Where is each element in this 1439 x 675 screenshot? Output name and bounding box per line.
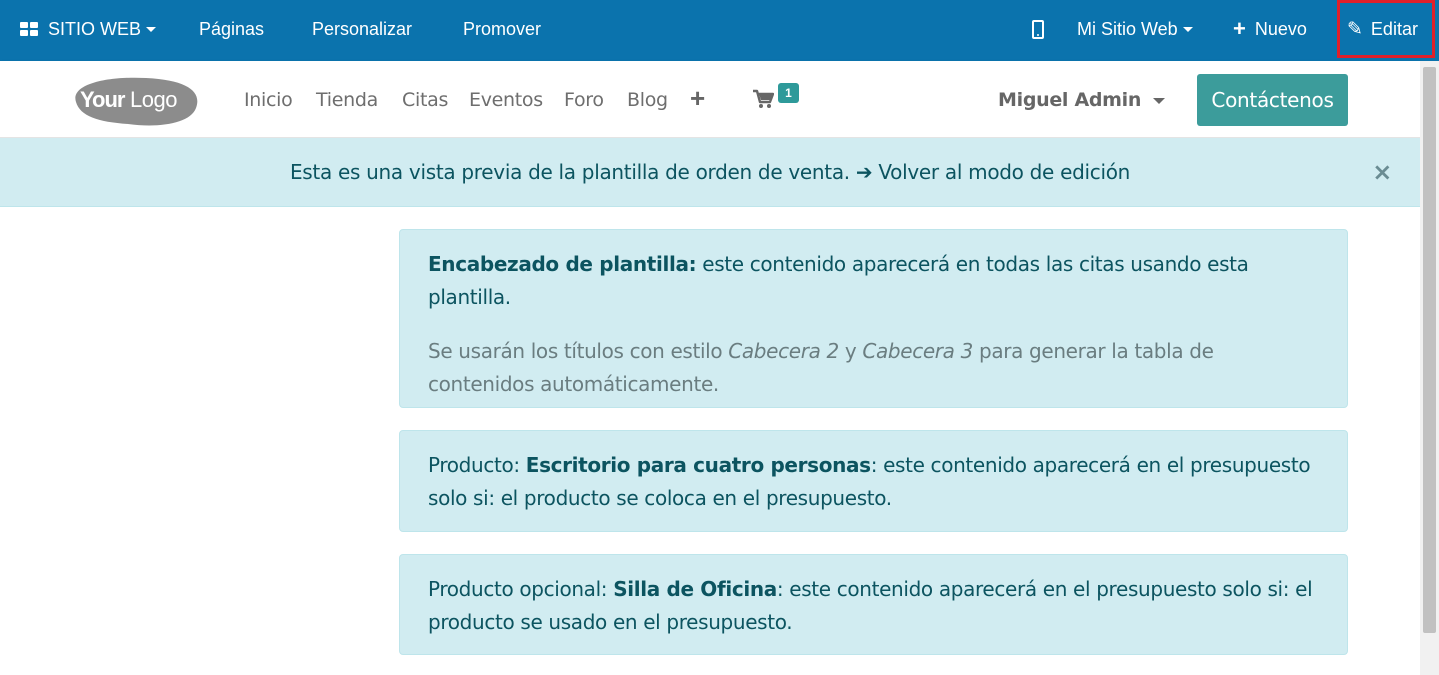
my-website-label: Mi Sitio Web [1077, 18, 1178, 39]
company-logo[interactable]: Your Logo [68, 72, 200, 128]
shopping-cart-icon[interactable] [752, 89, 774, 109]
nav-link-inicio[interactable]: Inicio [244, 89, 293, 111]
user-menu[interactable]: Miguel Admin [998, 89, 1166, 111]
new-button[interactable]: + Nuevo [1233, 0, 1307, 58]
nav-link-foro[interactable]: Foro [564, 89, 604, 111]
customize-menu[interactable]: Personalizar [312, 0, 412, 58]
note-prefix: Se usarán los títulos con estilo [428, 339, 729, 363]
mobile-phone-icon [1032, 19, 1044, 39]
template-header-title: Encabezado de plantilla: [428, 252, 697, 276]
caret-down-icon [146, 26, 157, 32]
nav-link-eventos[interactable]: Eventos [469, 89, 543, 111]
admin-topbar: SITIO WEB Páginas Personalizar Promover … [0, 0, 1439, 61]
optional-product-text: Producto opcional: Silla de Oficina: est… [428, 573, 1319, 639]
user-name: Miguel Admin [998, 89, 1142, 111]
product-block: Producto: Escritorio para cuatro persona… [399, 430, 1348, 532]
website-navbar: Your Logo Inicio Tienda Citas Eventos Fo… [0, 61, 1420, 138]
product-prefix: Producto: [428, 453, 526, 477]
product-name: Escritorio para cuatro personas [525, 453, 871, 477]
preview-alert: Esta es una vista previa de la plantilla… [0, 138, 1420, 207]
template-header-block: Encabezado de plantilla: este contenido … [399, 229, 1348, 408]
cart-count-badge: 1 [778, 83, 799, 103]
optional-product-block: Producto opcional: Silla de Oficina: est… [399, 554, 1348, 655]
edit-button-label: Editar [1370, 18, 1418, 39]
promote-menu[interactable]: Promover [463, 0, 541, 58]
my-website-menu[interactable]: Mi Sitio Web [1077, 0, 1193, 58]
product-text: Producto: Escritorio para cuatro persona… [428, 449, 1319, 515]
pencil-icon: ✎ [1347, 18, 1363, 40]
contact-us-button[interactable]: Contáctenos [1197, 74, 1348, 126]
template-header-text: Encabezado de plantilla: este contenido … [428, 248, 1319, 314]
optional-product-prefix: Producto opcional: [428, 577, 614, 601]
caret-down-icon [1153, 97, 1166, 104]
back-to-edit-link[interactable]: Volver al modo de edición [878, 160, 1130, 184]
nav-link-blog[interactable]: Blog [627, 89, 668, 111]
website-menu-label: SITIO WEB [48, 18, 142, 39]
edit-button[interactable]: ✎ Editar [1337, 0, 1435, 58]
new-button-label: Nuevo [1254, 18, 1307, 39]
nav-link-tienda[interactable]: Tienda [316, 89, 378, 111]
add-page-plus-icon[interactable]: + [690, 83, 705, 114]
mobile-preview-button[interactable] [1032, 0, 1044, 58]
logo-text-bold: Your [80, 87, 126, 112]
plus-icon: + [1233, 16, 1246, 41]
close-icon[interactable]: × [1372, 158, 1392, 186]
logo-text-light: Logo [130, 87, 177, 112]
arrow-right-icon: ➔ [855, 160, 873, 184]
note-style-heading3: Cabecera 3 [862, 339, 973, 363]
scrollbar-thumb[interactable] [1423, 67, 1436, 633]
nav-link-citas[interactable]: Citas [402, 89, 448, 111]
note-mid: y [838, 339, 863, 363]
preview-message: Esta es una vista previa de la plantilla… [289, 160, 850, 184]
website-menu[interactable]: SITIO WEB [20, 0, 157, 58]
apps-grid-icon [20, 22, 38, 36]
template-header-note: Se usarán los títulos con estilo Cabecer… [428, 335, 1319, 401]
note-style-heading2: Cabecera 2 [728, 339, 839, 363]
caret-down-icon [1182, 26, 1193, 32]
pages-menu[interactable]: Páginas [199, 0, 264, 58]
page-scrollbar[interactable] [1420, 61, 1439, 675]
optional-product-name: Silla de Oficina [613, 577, 777, 601]
